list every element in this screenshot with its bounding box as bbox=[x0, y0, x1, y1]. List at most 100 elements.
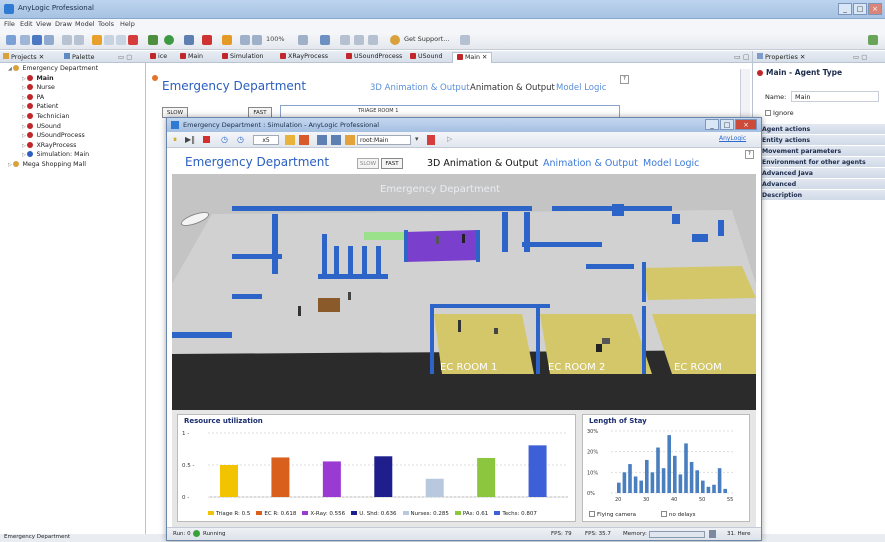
agent-selector[interactable]: root:Main bbox=[357, 135, 411, 145]
ignore-checkbox[interactable] bbox=[765, 110, 771, 116]
tab-editor-4[interactable]: XRayProcess bbox=[276, 52, 332, 63]
tree-item[interactable]: ▷ Simulation: Main bbox=[0, 151, 146, 161]
cut-icon[interactable] bbox=[92, 35, 102, 45]
grid-icon[interactable] bbox=[354, 35, 364, 45]
menu-edit[interactable]: Edit bbox=[20, 20, 33, 28]
tab-editor-3[interactable]: Simulation bbox=[218, 52, 268, 63]
panel-minmax-icon[interactable]: ▭ ▢ bbox=[118, 53, 132, 61]
stop-sim-icon[interactable] bbox=[203, 136, 210, 143]
properties-section[interactable]: Description bbox=[753, 189, 885, 200]
canvas-help-icon[interactable]: ? bbox=[620, 75, 629, 84]
sim-tab-animation[interactable]: Animation & Output bbox=[543, 158, 638, 169]
properties-section[interactable]: Advanced bbox=[753, 178, 885, 189]
sim-minimize-button[interactable]: _ bbox=[705, 119, 719, 130]
tab-projects[interactable]: Projects ✕ bbox=[3, 53, 44, 61]
sim-fast-button[interactable]: FAST bbox=[381, 158, 403, 169]
tree-item[interactable]: ▷ Technician bbox=[0, 112, 146, 123]
realtime-icon[interactable] bbox=[285, 135, 295, 145]
menu-draw[interactable]: Draw bbox=[55, 20, 72, 28]
agent-selector-dropdown-icon[interactable]: ▾ bbox=[415, 135, 419, 143]
run-icon[interactable] bbox=[164, 35, 174, 45]
name-field[interactable]: Main bbox=[791, 91, 879, 102]
properties-minmax-icon[interactable]: ▭ ▢ bbox=[853, 53, 867, 61]
copy-icon[interactable] bbox=[104, 35, 114, 45]
tree-item[interactable]: ▷ XRayProcess bbox=[0, 141, 146, 152]
tree-item[interactable]: ▷ PA bbox=[0, 93, 146, 104]
canvas-link-logic[interactable]: Model Logic bbox=[556, 83, 606, 93]
camera-icon[interactable] bbox=[317, 135, 327, 145]
tree-item[interactable]: ▷ Patient bbox=[0, 103, 146, 113]
layout-icon[interactable] bbox=[340, 35, 350, 45]
canvas-link-animation[interactable]: Animation & Output bbox=[470, 83, 555, 93]
tree-item[interactable]: ▷ Mega Shopping Mall bbox=[0, 160, 146, 171]
sim-tab-3d[interactable]: 3D Animation & Output bbox=[427, 158, 538, 169]
ignore-checkbox-row[interactable]: Ignore bbox=[765, 109, 794, 117]
build-icon[interactable] bbox=[148, 35, 158, 45]
tree-item[interactable]: ◢ Emergency Department bbox=[0, 65, 146, 75]
tree-item[interactable]: ▷ USoundProcess bbox=[0, 132, 146, 142]
anylogic-link[interactable]: AnyLogic bbox=[719, 135, 746, 142]
delete-icon[interactable] bbox=[128, 35, 138, 45]
zoom-out-icon[interactable] bbox=[252, 35, 262, 45]
tab-palette[interactable]: Palette bbox=[64, 53, 95, 61]
maximize-button[interactable]: □ bbox=[853, 3, 867, 15]
sim-maximize-button[interactable]: □ bbox=[720, 119, 734, 130]
speed-field[interactable]: x5 bbox=[253, 135, 279, 145]
menu-model[interactable]: Model bbox=[75, 20, 95, 28]
trash-icon[interactable] bbox=[709, 530, 716, 538]
align-icon[interactable] bbox=[368, 35, 378, 45]
help-icon[interactable] bbox=[460, 35, 470, 45]
tab-properties[interactable]: Properties ✕ bbox=[757, 53, 805, 61]
perspective-icon[interactable] bbox=[868, 35, 878, 45]
properties-section[interactable]: Entity actions bbox=[753, 134, 885, 145]
save-all-icon[interactable] bbox=[44, 35, 54, 45]
zoom-in-icon[interactable] bbox=[240, 35, 250, 45]
properties-section[interactable]: Environment for other agents bbox=[753, 156, 885, 167]
sim-close-button[interactable]: × bbox=[735, 119, 757, 130]
flying-camera-box[interactable] bbox=[589, 511, 595, 517]
menu-view[interactable]: View bbox=[36, 20, 51, 28]
more-icon[interactable]: ▷ bbox=[447, 135, 452, 143]
no-delays-box[interactable] bbox=[661, 511, 667, 517]
save-icon[interactable] bbox=[32, 35, 42, 45]
stop-icon[interactable] bbox=[202, 35, 212, 45]
agent-icon[interactable] bbox=[320, 35, 330, 45]
menu-tools[interactable]: Tools bbox=[98, 20, 114, 28]
menu-help[interactable]: Help bbox=[120, 20, 135, 28]
paste-icon[interactable] bbox=[116, 35, 126, 45]
flying-camera-checkbox[interactable]: Flying camera bbox=[589, 511, 636, 518]
no-delays-checkbox[interactable]: no delays bbox=[661, 511, 696, 518]
zoom-fit-icon[interactable] bbox=[298, 35, 308, 45]
tab-editor-6[interactable]: USound bbox=[406, 52, 446, 63]
tree-item[interactable]: ▷ Main bbox=[0, 74, 146, 85]
open-icon[interactable] bbox=[20, 35, 30, 45]
undo-icon[interactable] bbox=[62, 35, 72, 45]
menu-file[interactable]: File bbox=[4, 20, 15, 28]
properties-section[interactable]: Agent actions bbox=[753, 123, 885, 134]
properties-section[interactable]: Movement parameters bbox=[753, 145, 885, 156]
tab-editor-2[interactable]: Main bbox=[176, 52, 207, 63]
sim-help-icon[interactable]: ? bbox=[745, 150, 754, 159]
tree-item[interactable]: ▷ Nurse bbox=[0, 84, 146, 94]
redo-icon[interactable] bbox=[74, 35, 84, 45]
zoom-value[interactable]: 100% bbox=[266, 35, 285, 43]
support-icon[interactable] bbox=[390, 35, 400, 45]
editor-minmax-icon[interactable]: ▭ ▢ bbox=[734, 53, 749, 61]
tree-item[interactable]: ▷ USound bbox=[0, 122, 146, 133]
tab-editor-5[interactable]: USoundProcess bbox=[342, 52, 406, 63]
pause-icon[interactable]: ⏸ bbox=[173, 135, 177, 145]
minimize-button[interactable]: _ bbox=[838, 3, 852, 15]
faster-icon[interactable]: ◷ bbox=[237, 135, 244, 144]
scene-3d-view[interactable]: Emergency Department EC ROOM 1 EC ROOM 2… bbox=[172, 174, 756, 410]
step-icon[interactable]: ▶‖ bbox=[185, 135, 195, 144]
navigate-icon[interactable] bbox=[331, 135, 341, 145]
sim-slow-button[interactable]: SLOW bbox=[357, 158, 379, 169]
slower-icon[interactable]: ◷ bbox=[221, 135, 228, 144]
tab-editor-main-active[interactable]: Main ✕ bbox=[452, 52, 493, 63]
debug-icon[interactable] bbox=[184, 35, 194, 45]
new-icon[interactable] bbox=[6, 35, 16, 45]
properties-section[interactable]: Advanced Java bbox=[753, 167, 885, 178]
get-support-button[interactable]: Get Support... bbox=[404, 35, 450, 43]
canvas-link-3d[interactable]: 3D Animation & Output bbox=[370, 83, 470, 93]
brush-icon[interactable] bbox=[222, 35, 232, 45]
